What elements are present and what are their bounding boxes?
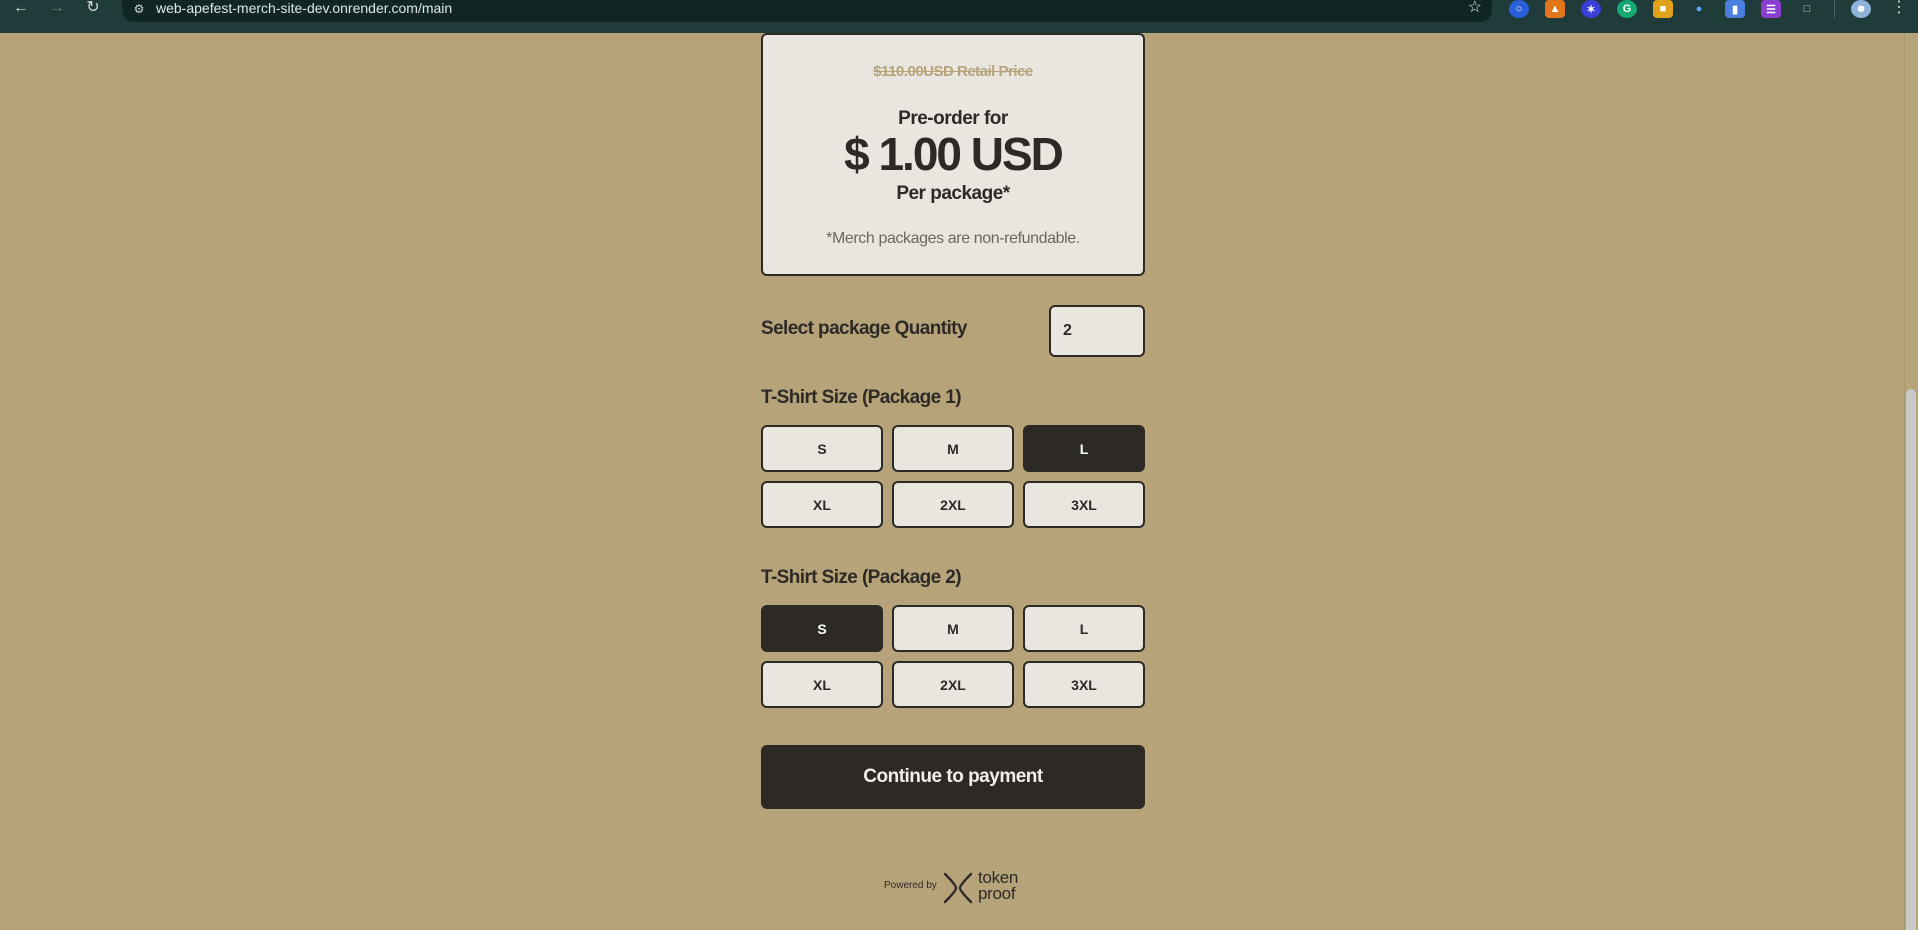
page-scrollbar[interactable] [1904,33,1918,930]
fox-wallet-icon[interactable]: ▲ [1545,0,1565,18]
tokenproof-wordmark-line2: proof [978,884,1016,903]
forward-icon[interactable]: → [44,0,70,18]
package1-size-m-button[interactable]: M [892,425,1014,472]
grammarly-icon[interactable]: G [1617,0,1637,18]
package1-size-title: T-Shirt Size (Package 1) [761,387,962,408]
quantity-input[interactable] [1049,305,1145,357]
profile-avatar[interactable]: ☻ [1851,0,1871,18]
url-text[interactable]: web-apefest-merch-site-dev.onrender.com/… [156,0,452,18]
bookmark-star-icon[interactable]: ☆ [1468,0,1482,16]
package2-size-xl-button[interactable]: XL [761,661,883,708]
stack-extension-icon[interactable]: ☰ [1761,0,1781,18]
starburst-extension-icon[interactable]: ✶ [1581,0,1601,18]
extensions-puzzle-icon[interactable]: □ [1797,0,1817,18]
browser-toolbar: ← → ↻ ⚙ web-apefest-merch-site-dev.onren… [0,0,1918,33]
price-card: $110.00USD Retail Price Pre-order for $ … [761,33,1145,276]
per-package-label: Per package* [896,183,1010,204]
reload-icon[interactable]: ↻ [80,0,106,18]
powered-by-label: Powered by [884,880,937,891]
menu-kebab-icon[interactable]: ⋮ [1886,0,1912,18]
package1-size-2xl-button[interactable]: 2XL [892,481,1014,528]
robot-extension-icon[interactable]: ■ [1653,0,1673,18]
package2-size-s-button[interactable]: S [761,605,883,652]
back-icon[interactable]: ← [8,0,34,18]
address-bar[interactable]: ⚙ web-apefest-merch-site-dev.onrender.co… [122,0,1492,22]
site-info-icon[interactable]: ⚙ [130,1,148,17]
package1-size-l-button[interactable]: L [1023,425,1145,472]
package2-size-l-button[interactable]: L [1023,605,1145,652]
droplet-icon[interactable]: ● [1689,0,1709,18]
scrollbar-thumb[interactable] [1906,389,1916,930]
document-extension-icon[interactable]: ▮ [1725,0,1745,18]
package2-size-2xl-button[interactable]: 2XL [892,661,1014,708]
package1-size-xl-button[interactable]: XL [761,481,883,528]
package2-size-m-button[interactable]: M [892,605,1014,652]
quantity-label: Select package Quantity [761,318,967,339]
password-manager-icon[interactable]: ○ [1509,0,1529,18]
refund-disclaimer: *Merch packages are non-refundable. [826,230,1080,247]
retail-price: $110.00USD Retail Price [873,63,1033,80]
package1-size-3xl-button[interactable]: 3XL [1023,481,1145,528]
package2-size-title: T-Shirt Size (Package 2) [761,567,962,588]
package2-size-3xl-button[interactable]: 3XL [1023,661,1145,708]
tokenproof-logo-icon [943,872,973,904]
tokenproof-wordmark[interactable]: token proof [978,869,1018,903]
package1-size-s-button[interactable]: S [761,425,883,472]
preorder-price: $ 1.00 USD [844,128,1064,180]
toolbar-divider [1834,0,1835,18]
continue-to-payment-button[interactable]: Continue to payment [761,745,1145,809]
